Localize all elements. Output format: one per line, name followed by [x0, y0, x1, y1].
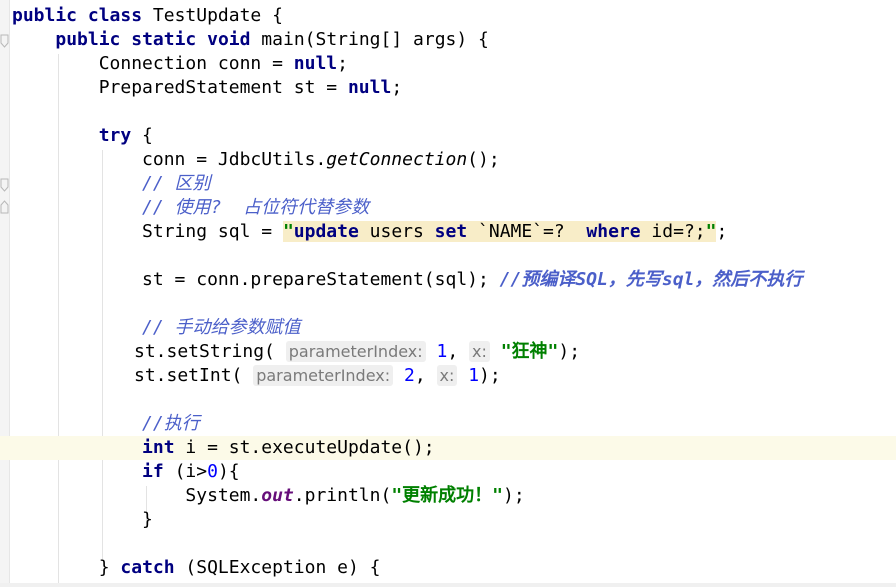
fold-marker-icon[interactable] [0, 200, 9, 214]
quote: " [282, 221, 294, 242]
string-literal: "狂神" [500, 341, 559, 362]
code-text: , [414, 365, 437, 386]
string-literal: "更新成功！" [391, 485, 503, 506]
editor-gutter [0, 0, 10, 587]
keyword: catch [120, 557, 175, 578]
code-text: } [98, 557, 121, 578]
code-line-4[interactable]: PreparedStatement st = null; [12, 76, 402, 100]
keyword: null [293, 53, 338, 74]
comment: //预编译SQL，先写sql，然后不执行 [499, 269, 803, 290]
code-text: System. [185, 485, 262, 506]
parameter-hint: x: [436, 365, 458, 386]
comment: // 区别 [142, 173, 211, 194]
code-line-20[interactable]: if (i>0){ [12, 460, 240, 484]
quote: " [705, 221, 717, 242]
code-text: ); [558, 341, 581, 362]
keyword: public [55, 29, 121, 50]
code-line-15[interactable]: st.setString( parameterIndex: 1, x: "狂神"… [134, 340, 580, 364]
keyword: class [87, 5, 143, 26]
method-signature: main(String[] args) { [250, 29, 489, 50]
keyword: void [207, 29, 251, 50]
keyword: int [142, 437, 175, 458]
code-line-18[interactable]: //执行 [12, 412, 200, 436]
code-line-12[interactable]: st = conn.prepareStatement(sql); //预编译SQ… [12, 268, 802, 292]
sql-string: "update users set `NAME`=? where id=?;" [282, 221, 717, 242]
parameter-hint: parameterIndex: [253, 365, 394, 386]
code-text: ; [716, 221, 728, 242]
code-line-22[interactable]: } [12, 508, 153, 532]
sql-keyword: set [434, 221, 468, 242]
code-text: st.setString( [134, 341, 275, 362]
static-field: out [261, 485, 294, 506]
code-line-7[interactable]: conn = JdbcUtils.getConnection(); [12, 148, 500, 172]
class-name: TestUpdate { [142, 5, 283, 26]
code-editor[interactable]: public class TestUpdate { public static … [0, 0, 896, 587]
code-line-14[interactable]: // 手动给参数赋值 [12, 316, 301, 340]
code-text: Connection conn = [98, 53, 294, 74]
keyword: public [12, 5, 78, 26]
sql-keyword: where [586, 221, 641, 242]
code-text: st.setInt( [134, 365, 243, 386]
number-literal: 1 [468, 365, 480, 386]
code-text: .println( [293, 485, 392, 506]
code-text: ); [479, 365, 501, 386]
code-line-9[interactable]: // 使用? 占位符代替参数 [12, 196, 369, 220]
comment: //执行 [142, 413, 200, 434]
code-line-24[interactable]: } catch (SQLException e) { [12, 556, 381, 580]
sql-text: `NAME`=? [467, 221, 587, 242]
comment: // 手动给参数赋值 [142, 317, 301, 338]
code-text: conn = JdbcUtils. [142, 149, 327, 170]
code-text: i = st.executeUpdate(); [174, 437, 435, 458]
number-literal: 2 [403, 365, 415, 386]
fold-marker-icon[interactable] [0, 178, 9, 192]
keyword: static [131, 29, 197, 50]
code-text: ){ [217, 461, 240, 482]
code-text: ; [391, 77, 403, 98]
code-text: ; [337, 53, 348, 74]
fold-marker-icon[interactable] [0, 34, 9, 48]
code-text: ); [503, 485, 525, 506]
code-text: String sql = [142, 221, 283, 242]
code-line-16[interactable]: st.setInt( parameterIndex: 2, x: 1); [134, 364, 501, 388]
code-text: { [131, 125, 153, 146]
code-text: st = conn.prepareStatement(sql); [142, 269, 500, 290]
bottom-border [0, 583, 896, 587]
comment: // 使用? 占位符代替参数 [142, 197, 370, 218]
keyword: if [142, 461, 164, 482]
code-text: PreparedStatement st = [98, 77, 348, 98]
code-line-10[interactable]: String sql = "update users set `NAME`=? … [12, 220, 727, 244]
code-line-21[interactable]: System.out.println("更新成功！"); [12, 484, 525, 508]
parameter-hint: x: [469, 341, 490, 362]
code-line-19[interactable]: int i = st.executeUpdate(); [12, 436, 435, 460]
code-text: (i> [163, 461, 208, 482]
code-text: (); [467, 149, 500, 170]
code-line-8[interactable]: // 区别 [12, 172, 211, 196]
code-text: , [447, 341, 470, 362]
code-line-3[interactable]: Connection conn = null; [12, 52, 348, 76]
closing-brace: } [142, 509, 153, 530]
sql-text: users [358, 221, 435, 242]
code-text: (SQLException e) { [174, 557, 381, 578]
sql-text: id=?; [640, 221, 706, 242]
sql-keyword: update [293, 221, 359, 242]
number-literal: 1 [436, 341, 448, 362]
keyword: try [98, 125, 132, 146]
static-method: getConnection [326, 149, 468, 170]
number-literal: 0 [207, 461, 218, 482]
code-line-6[interactable]: try { [12, 124, 153, 148]
code-line-1[interactable]: public class TestUpdate { [12, 4, 283, 28]
code-line-2[interactable]: public static void main(String[] args) { [12, 28, 489, 52]
parameter-hint: parameterIndex: [285, 341, 426, 362]
keyword: null [347, 77, 392, 98]
